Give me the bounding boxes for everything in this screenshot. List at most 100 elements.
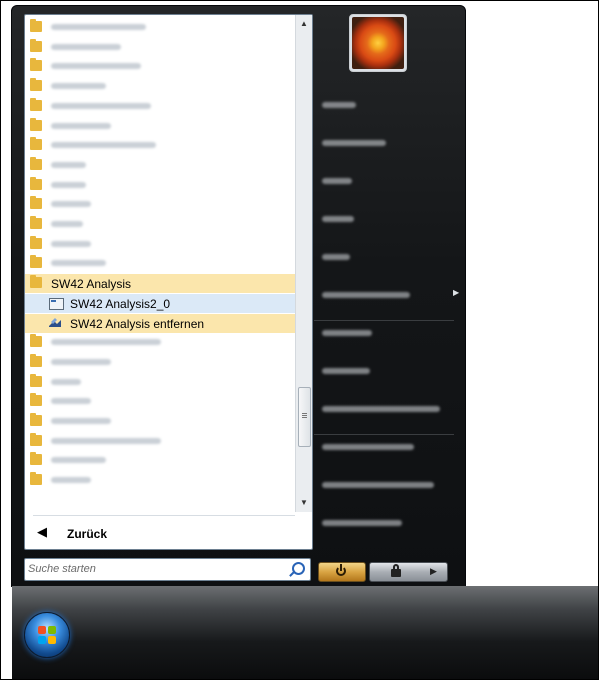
folder-icon xyxy=(30,334,42,348)
start-button[interactable] xyxy=(24,612,70,658)
blurred-label xyxy=(322,254,350,260)
right-pane-link[interactable] xyxy=(310,511,460,535)
shutdown-button[interactable] xyxy=(318,562,366,582)
right-pane-link[interactable]: ▶ xyxy=(310,283,460,307)
program-folder[interactable] xyxy=(25,136,295,155)
program-folder[interactable] xyxy=(25,38,295,57)
program-folder[interactable] xyxy=(25,392,295,411)
blurred-label xyxy=(51,418,111,424)
program-item[interactable]: SW42 Analysis2_0 xyxy=(25,293,295,313)
right-pane-link[interactable] xyxy=(310,473,460,497)
blurred-label xyxy=(51,378,81,385)
divider xyxy=(33,515,295,516)
folder-icon xyxy=(30,413,42,426)
program-folder[interactable] xyxy=(25,412,295,431)
folder-icon xyxy=(30,78,42,92)
programs-pane: SW42 Analysis SW42 Analysis2_0 SW42 Analys… xyxy=(24,14,313,550)
lock-icon xyxy=(391,564,401,577)
folder-icon xyxy=(30,19,42,32)
divider xyxy=(314,320,454,321)
folder-icon xyxy=(30,235,42,249)
folder-icon xyxy=(30,38,42,52)
program-folder[interactable] xyxy=(25,77,295,96)
folder-icon xyxy=(30,393,42,407)
blurred-label xyxy=(51,43,121,50)
blurred-label xyxy=(322,444,414,450)
blurred-label xyxy=(322,330,372,336)
lock-button[interactable] xyxy=(369,562,423,582)
programs-list: SW42 Analysis SW42 Analysis2_0 SW42 Analys… xyxy=(25,15,295,512)
right-pane-link[interactable] xyxy=(310,93,460,117)
blurred-label xyxy=(322,520,402,526)
blurred-label xyxy=(51,122,111,129)
right-pane-link[interactable] xyxy=(310,321,460,345)
folder-icon xyxy=(30,58,42,72)
program-folder[interactable] xyxy=(25,254,295,273)
program-folder[interactable] xyxy=(25,57,295,76)
blurred-label xyxy=(51,161,86,168)
folder-icon xyxy=(30,255,42,269)
right-pane-link[interactable] xyxy=(310,169,460,193)
program-folder[interactable] xyxy=(25,235,295,254)
program-label: SW42 Analysis xyxy=(51,277,132,292)
program-folder[interactable] xyxy=(25,18,295,37)
program-folder[interactable] xyxy=(25,97,295,116)
right-pane-link[interactable] xyxy=(310,435,460,459)
user-picture[interactable] xyxy=(349,14,407,72)
folder-icon xyxy=(30,452,42,466)
folder-icon xyxy=(30,275,42,289)
back-button[interactable]: ◀ Zurück xyxy=(31,522,281,544)
start-menu: SW42 Analysis SW42 Analysis2_0 SW42 Analys… xyxy=(11,5,466,587)
right-pane-link[interactable] xyxy=(310,359,460,383)
program-folder[interactable] xyxy=(25,195,295,214)
blurred-label xyxy=(51,63,141,70)
folder-icon xyxy=(30,432,42,446)
blurred-label xyxy=(51,240,91,247)
program-label: SW42 Analysis entfernen xyxy=(70,316,205,331)
blurred-label xyxy=(51,437,161,444)
program-folder[interactable] xyxy=(25,432,295,451)
blurred-label xyxy=(51,358,111,365)
shutdown-options-button[interactable]: ▶ xyxy=(421,562,448,582)
program-folder[interactable] xyxy=(25,471,295,490)
blurred-label xyxy=(51,457,106,464)
folder-icon xyxy=(30,137,42,151)
blurred-label xyxy=(322,406,440,412)
blurred-label xyxy=(322,216,354,222)
right-pane-link[interactable] xyxy=(310,245,460,269)
folder-icon xyxy=(30,117,42,131)
blurred-label xyxy=(322,140,386,146)
folder-icon xyxy=(30,216,42,229)
folder-icon xyxy=(30,472,42,486)
program-item[interactable]: SW42 Analysis entfernen xyxy=(25,313,295,333)
taskbar xyxy=(12,586,598,679)
program-folder[interactable] xyxy=(25,373,295,392)
program-folder[interactable] xyxy=(25,215,295,234)
program-folder[interactable] xyxy=(25,353,295,372)
program-label: SW42 Analysis2_0 xyxy=(70,296,171,311)
right-pane-link[interactable] xyxy=(310,131,460,155)
search-box[interactable] xyxy=(24,558,311,581)
search-icon[interactable] xyxy=(292,562,305,575)
program-folder[interactable] xyxy=(25,333,295,352)
blurred-label xyxy=(51,102,151,109)
folder-sw42-analysis[interactable]: SW42 Analysis xyxy=(25,274,295,294)
right-pane-link[interactable] xyxy=(310,397,460,421)
blurred-label xyxy=(322,368,370,374)
blurred-label xyxy=(51,260,106,267)
blurred-label xyxy=(322,482,434,488)
scroll-down-icon[interactable]: ▼ xyxy=(298,496,310,510)
program-folder[interactable] xyxy=(25,176,295,195)
back-arrow-icon: ◀ xyxy=(37,524,47,539)
program-folder[interactable] xyxy=(25,117,295,136)
right-pane-link[interactable] xyxy=(310,207,460,231)
folder-icon xyxy=(30,156,42,170)
scroll-up-icon[interactable]: ▲ xyxy=(298,17,310,31)
folder-icon xyxy=(30,97,42,111)
search-input[interactable] xyxy=(28,561,278,576)
application-icon xyxy=(49,297,64,310)
program-folder[interactable] xyxy=(25,451,295,470)
program-folder[interactable] xyxy=(25,156,295,175)
blurred-label xyxy=(51,181,86,188)
blurred-label xyxy=(51,142,156,149)
